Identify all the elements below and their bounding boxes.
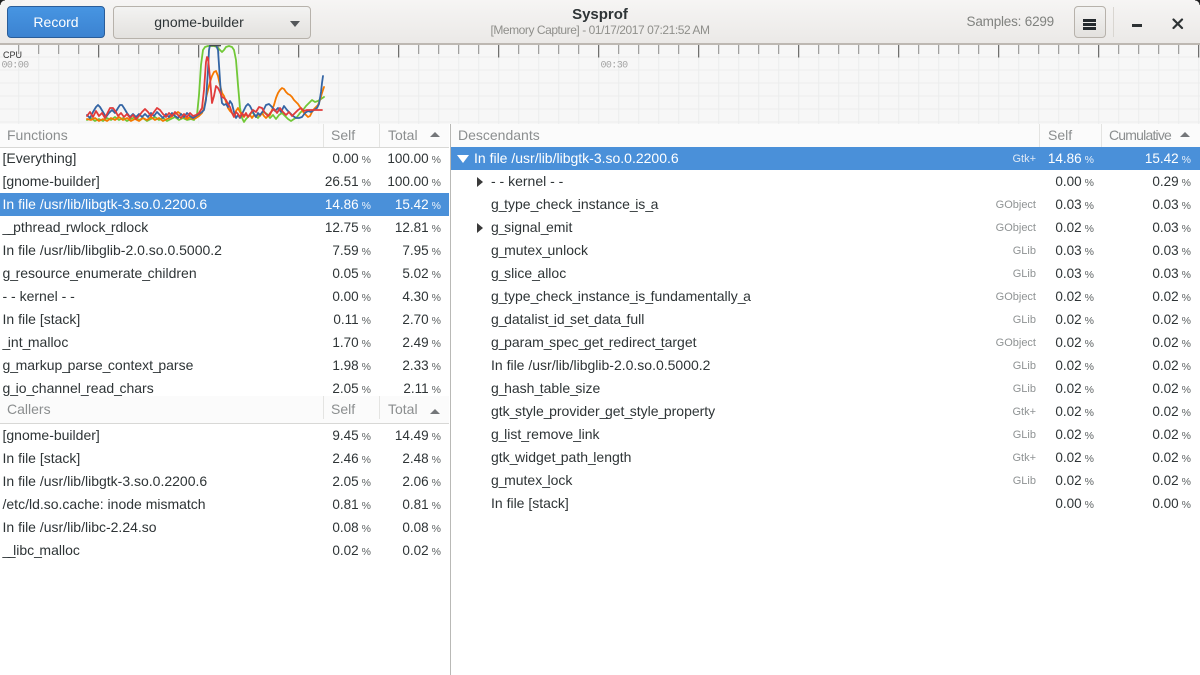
svg-text:CPU: CPU bbox=[3, 50, 22, 60]
svg-text:00:00: 00:00 bbox=[2, 61, 30, 72]
svg-text:00:30: 00:30 bbox=[601, 61, 629, 72]
